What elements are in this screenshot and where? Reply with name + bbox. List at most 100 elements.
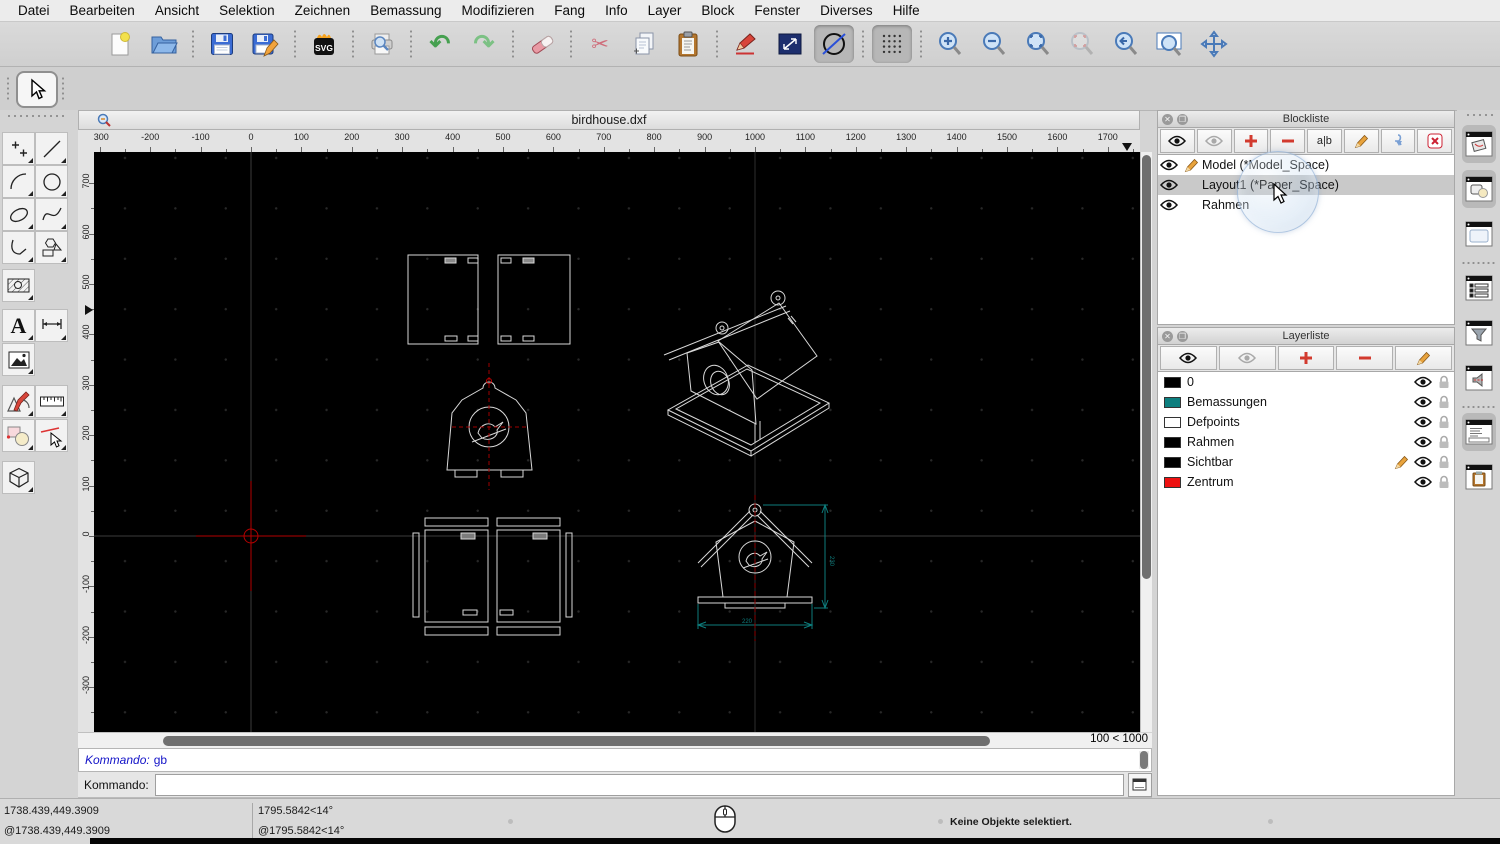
horizontal-scrollbar-thumb[interactable] [163, 736, 990, 746]
block-rename-button[interactable]: a|b [1307, 129, 1342, 153]
arc-tool-button[interactable] [2, 165, 35, 198]
win-list-panel-toggle[interactable] [1462, 269, 1496, 307]
menu-info[interactable]: Info [595, 3, 638, 18]
trim-tool-button[interactable] [35, 419, 68, 452]
win-block-panel-toggle[interactable] [1462, 125, 1496, 163]
visibility-eye-icon[interactable] [1158, 159, 1180, 171]
svg-export-button[interactable]: SVG [304, 25, 344, 63]
menu-zeichnen[interactable]: Zeichnen [285, 3, 361, 18]
print-preview-button[interactable] [362, 25, 402, 63]
open-folder-button[interactable] [144, 25, 184, 63]
paste-button[interactable] [668, 25, 708, 63]
block-list-titlebar[interactable]: ✕ ❐ Blockliste [1157, 110, 1455, 128]
redo-button[interactable]: ↷ [464, 25, 504, 63]
ellipse-tool-button[interactable] [2, 198, 35, 231]
layer-row[interactable]: 0 [1158, 372, 1454, 392]
selection-tool-button[interactable] [16, 71, 58, 108]
lock-icon[interactable] [1433, 475, 1454, 489]
menu-layer[interactable]: Layer [638, 3, 692, 18]
win-layer-panel-toggle[interactable] [1462, 170, 1496, 208]
measure-scale-button[interactable] [770, 25, 810, 63]
zoom-auto-button[interactable] [1018, 25, 1058, 63]
vertical-scrollbar-thumb[interactable] [1142, 155, 1151, 579]
menu-diverses[interactable]: Diverses [810, 3, 883, 18]
zoom-previous-button[interactable] [1106, 25, 1146, 63]
menu-datei[interactable]: Datei [8, 3, 60, 18]
win-speaker-panel-toggle[interactable] [1462, 359, 1496, 397]
lock-icon[interactable] [1433, 455, 1454, 469]
menu-ansicht[interactable]: Ansicht [145, 3, 209, 18]
save-button[interactable] [202, 25, 242, 63]
lock-icon[interactable] [1433, 435, 1454, 449]
layer-row[interactable]: Zentrum [1158, 472, 1454, 492]
layer-list-titlebar[interactable]: ✕ ❐ Layerliste [1157, 327, 1455, 345]
layer-color-swatch[interactable] [1164, 376, 1181, 388]
block-insert-button[interactable] [1380, 129, 1416, 153]
line-tool-button[interactable] [35, 132, 68, 165]
point-tool-button[interactable] [2, 132, 35, 165]
spline-tool-button[interactable] [35, 198, 68, 231]
drawing-canvas[interactable]: 230 220 [94, 152, 1140, 732]
visibility-eye-icon[interactable] [1412, 476, 1433, 488]
layer-color-swatch[interactable] [1164, 476, 1181, 488]
cad-tools-tool-button[interactable] [2, 385, 35, 418]
layer-row[interactable]: Rahmen [1158, 432, 1454, 452]
float-panel-icon[interactable]: ❐ [1177, 113, 1188, 125]
layer-pencil-button[interactable] [1395, 346, 1452, 370]
layer-color-swatch[interactable] [1164, 396, 1181, 408]
zoom-window-button[interactable] [1150, 25, 1190, 63]
layer-row[interactable]: Sichtbar [1158, 452, 1454, 472]
undo-button[interactable]: ↶ [420, 25, 460, 63]
modify-tool-button[interactable] [2, 419, 35, 452]
menu-hilfe[interactable]: Hilfe [883, 3, 930, 18]
menu-selektion[interactable]: Selektion [209, 3, 285, 18]
horizontal-scrollbar[interactable] [78, 732, 1140, 748]
win-clipboard-panel-toggle[interactable] [1462, 458, 1496, 496]
pan-button[interactable] [1194, 25, 1234, 63]
command-window-toggle-button[interactable] [1127, 772, 1152, 797]
visibility-eye-icon[interactable] [1412, 396, 1433, 408]
new-file-button[interactable] [100, 25, 140, 63]
block-eye-faded-button[interactable] [1196, 129, 1232, 153]
lock-icon[interactable] [1433, 375, 1454, 389]
shape-tool-button[interactable] [35, 231, 68, 264]
circle-tool-button[interactable] [35, 165, 68, 198]
close-icon[interactable]: ✕ [1162, 113, 1173, 125]
image-tool-button[interactable] [2, 343, 35, 376]
command-history-scrollbar-thumb[interactable] [1140, 751, 1148, 769]
save-as-button[interactable] [246, 25, 286, 63]
layer-color-swatch[interactable] [1164, 416, 1181, 428]
block-plus-button[interactable] [1233, 129, 1269, 153]
layer-row[interactable]: Bemassungen [1158, 392, 1454, 412]
document-window-titlebar[interactable]: birdhouse.dxf [78, 110, 1140, 130]
layer-minus-button[interactable] [1336, 346, 1394, 370]
copy-button[interactable] [624, 25, 664, 63]
menu-fang[interactable]: Fang [544, 3, 595, 18]
vertical-scrollbar[interactable] [1140, 152, 1152, 732]
visibility-eye-icon[interactable] [1412, 456, 1433, 468]
grid-button[interactable] [872, 25, 912, 63]
win-library-panel-toggle[interactable] [1462, 215, 1496, 253]
command-history-scrollbar[interactable] [1139, 751, 1149, 769]
block-pencil-button[interactable] [1343, 129, 1379, 153]
block-minus-button[interactable] [1270, 129, 1305, 153]
zoom-in-button[interactable] [930, 25, 970, 63]
layer-eye-button[interactable] [1160, 346, 1217, 370]
hatch-tool-button[interactable] [2, 269, 35, 302]
circle-slash-button[interactable] [814, 25, 854, 63]
text-tool-button[interactable]: A [2, 309, 35, 342]
command-input[interactable] [154, 773, 1124, 796]
polyline-tool-button[interactable] [2, 231, 35, 264]
float-panel-icon[interactable]: ❐ [1177, 330, 1188, 342]
menu-bearbeiten[interactable]: Bearbeiten [60, 3, 145, 18]
menu-bemassung[interactable]: Bemassung [360, 3, 451, 18]
close-icon[interactable]: ✕ [1162, 330, 1173, 342]
menu-modifizieren[interactable]: Modifizieren [452, 3, 545, 18]
lock-icon[interactable] [1433, 395, 1454, 409]
cut-button[interactable]: ✂ [580, 25, 620, 63]
layer-row[interactable]: Defpoints [1158, 412, 1454, 432]
layer-color-swatch[interactable] [1164, 456, 1181, 468]
layer-color-swatch[interactable] [1164, 436, 1181, 448]
lock-icon[interactable] [1433, 415, 1454, 429]
visibility-eye-icon[interactable] [1412, 376, 1433, 388]
